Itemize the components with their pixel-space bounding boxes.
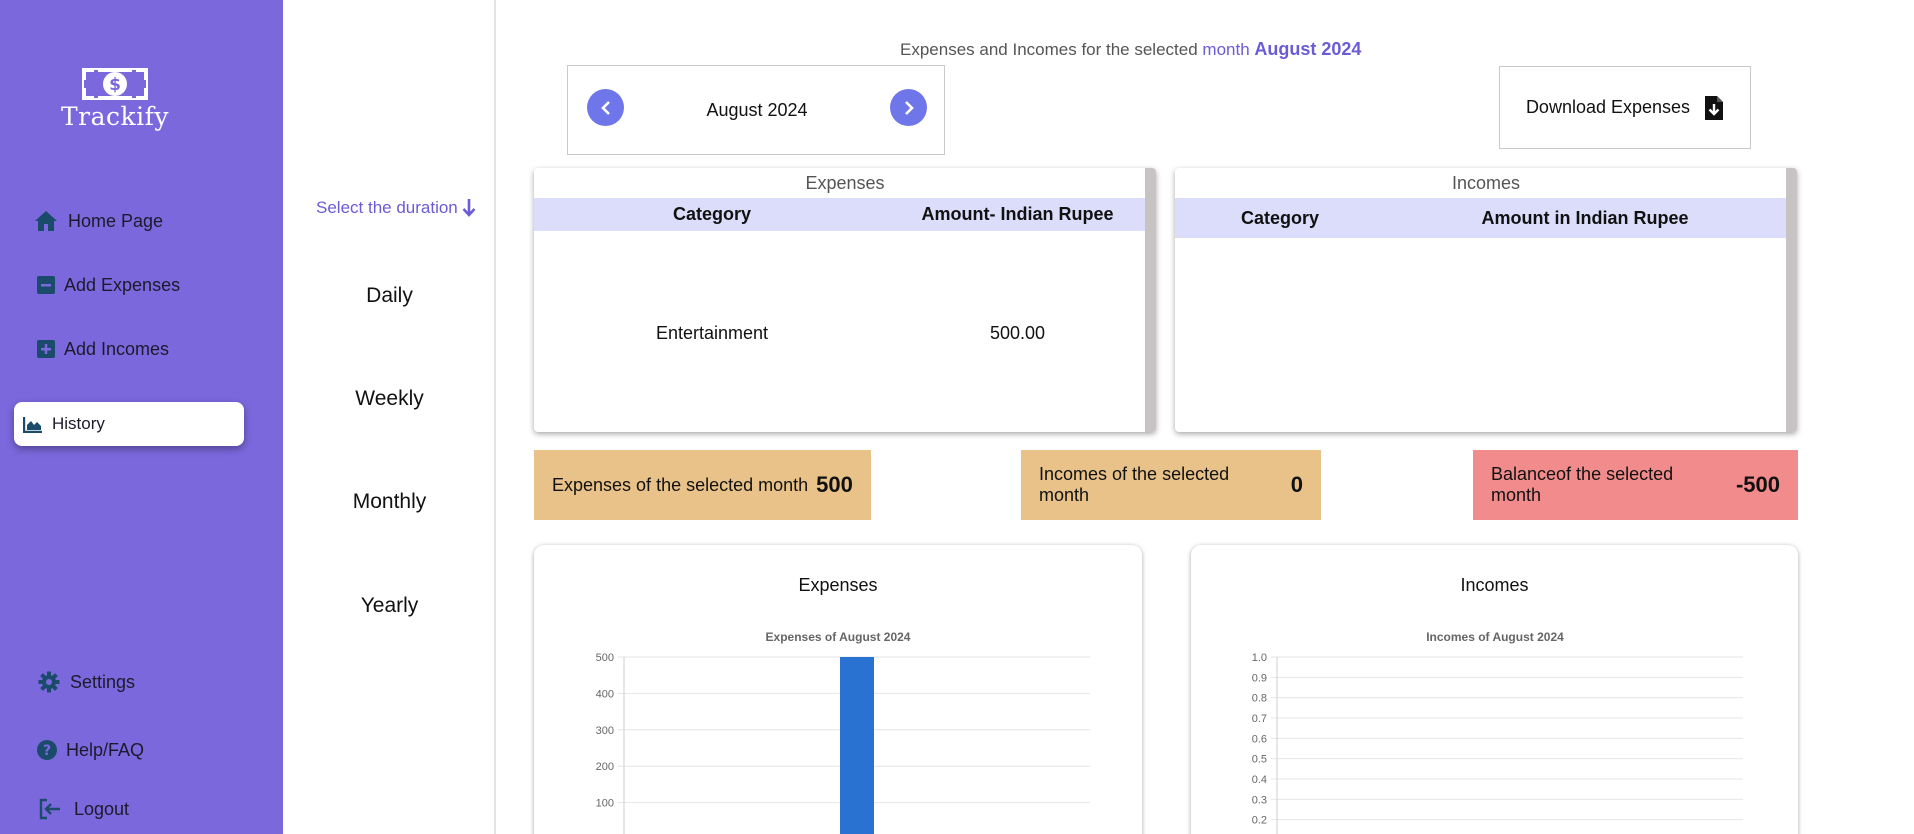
next-month-button[interactable] [890, 89, 927, 126]
duration-weekly[interactable]: Weekly [283, 387, 496, 411]
incomes-table: Incomes Category Amount in Indian Rupee [1175, 168, 1797, 432]
y-tick-label: 100 [596, 798, 614, 810]
arrow-down-icon [462, 199, 476, 217]
sidebar-item-add-incomes[interactable]: Add Incomes [14, 327, 244, 371]
expenses-table: Expenses Category Amount- Indian Rupee E… [534, 168, 1156, 432]
logo-text: Trackify [60, 102, 170, 131]
download-label: Download Expenses [1525, 97, 1691, 117]
minus-square-icon [36, 273, 56, 297]
y-tick-label: 0.2 [1252, 815, 1267, 827]
sidebar-item-label: Home Page [68, 210, 164, 231]
incomes-chart-card: Incomes Incomes of August 2024 1.0 0.9 0.8 0… [1191, 545, 1798, 834]
duration-daily[interactable]: Daily [283, 284, 496, 308]
sidebar-item-logout[interactable]: Logout [14, 787, 244, 831]
summary-expenses-label: Expenses of the selected month [552, 474, 809, 495]
chart-title: Incomes of August 2024 [1426, 630, 1564, 644]
sidebar-item-label: Add Expenses [64, 274, 181, 295]
y-tick-label: 200 [596, 761, 614, 773]
summary-incomes-label: Incomes of the selected month [1039, 464, 1230, 505]
y-tick-label: 0.9 [1252, 672, 1267, 684]
y-tick-label: 0.6 [1252, 733, 1267, 745]
heading-month-word: month [1202, 40, 1250, 59]
sidebar-item-label: Help/FAQ [66, 739, 145, 760]
summary-expenses: Expenses of the selected month 500 [534, 450, 871, 520]
incomes-chart: Incomes of August 2024 1.0 0.9 0.8 0.7 0.6 0.5… [1252, 630, 1743, 834]
app-root: $ Trackify Home Page Add Expenses Add In… [0, 0, 1914, 834]
month-picker: August 2024 [567, 65, 945, 155]
table-row: Entertainment 500.00 [534, 323, 1156, 344]
chart-title: Expenses of August 2024 [766, 630, 911, 644]
y-tick-label: 1.0 [1252, 652, 1267, 664]
table-cell-amount: 500.00 [989, 323, 1046, 343]
summary-balance-label: Balanceof the selected month [1491, 464, 1674, 505]
home-icon [34, 209, 58, 233]
y-tick-label: 500 [596, 652, 614, 664]
sidebar-item-home-page[interactable]: Home Page [14, 199, 244, 243]
summary-incomes: Incomes of the selected month 0 [1021, 450, 1321, 520]
scrollbar[interactable] [1145, 168, 1156, 432]
expenses-chart-card: Expenses Expenses of August 2024 500 400 30… [534, 545, 1142, 834]
page-heading: Expenses and Incomes for the selected mo… [900, 39, 1361, 60]
duration-heading: Select the duration [316, 198, 476, 218]
plus-square-icon [36, 337, 56, 361]
y-tick-label: 0.3 [1252, 794, 1267, 806]
question-circle-icon: ? [36, 738, 58, 762]
summary-balance-value: -500 [1735, 472, 1780, 497]
column-header-amount: Amount in Indian Rupee [1481, 207, 1689, 228]
sidebar-item-help-faq[interactable]: ? Help/FAQ [14, 728, 244, 772]
y-tick-label: 0.4 [1252, 774, 1267, 786]
table-header: Category Amount- Indian Rupee [534, 198, 1156, 231]
y-tick-label: 0.8 [1252, 693, 1267, 705]
logo[interactable]: $ Trackify [60, 68, 170, 131]
duration-yearly[interactable]: Yearly [283, 594, 496, 618]
y-tick-label: 0.5 [1252, 754, 1267, 766]
summary-incomes-value: 0 [1290, 472, 1303, 497]
chart-bar [840, 657, 874, 834]
duration-monthly[interactable]: Monthly [283, 490, 496, 514]
sidebar-item-add-expenses[interactable]: Add Expenses [14, 263, 244, 307]
heading-month-value: August 2024 [1254, 39, 1362, 59]
y-tick-label: 400 [596, 688, 614, 700]
column-header-amount: Amount- Indian Rupee [921, 204, 1114, 224]
sidebar-item-label: History [52, 414, 105, 433]
sidebar-item-label: Settings [70, 671, 136, 692]
summary-expenses-value: 500 [816, 472, 853, 497]
sidebar-item-label: Logout [74, 798, 130, 819]
column-header-category: Category [1240, 207, 1320, 228]
y-tick-label: 300 [596, 725, 614, 737]
table-caption: Expenses [805, 173, 885, 193]
file-download-icon [1704, 95, 1724, 121]
column-header-category: Category [672, 204, 752, 224]
svg-text:?: ? [43, 743, 51, 759]
sidebar-item-settings[interactable]: Settings [14, 660, 244, 704]
table-header: Category Amount in Indian Rupee [1175, 198, 1797, 238]
table-cell-category: Entertainment [655, 323, 769, 343]
chevron-right-icon [904, 100, 914, 115]
svg-text:$: $ [109, 75, 121, 95]
sidebar-item-label: Add Incomes [64, 338, 170, 359]
duration-selector: Select the duration Daily Weekly Monthly… [283, 0, 496, 834]
heading-prefix: Expenses and Incomes for the selected [900, 40, 1198, 59]
sidebar-item-history[interactable]: History [14, 402, 244, 446]
money-bill-logo-icon: $ [82, 68, 148, 100]
y-tick-label: 0.7 [1252, 713, 1267, 725]
gear-icon [38, 670, 60, 694]
duration-heading-text: Select the duration [316, 198, 458, 217]
scrollbar[interactable] [1786, 168, 1797, 432]
expenses-chart: Expenses of August 20245004003002001000 [596, 630, 1090, 834]
table-caption: Incomes [1451, 173, 1521, 193]
chart-area-icon [22, 412, 44, 436]
summary-balance: Balanceof the selected month -500 [1473, 450, 1798, 520]
sidebar: $ Trackify Home Page Add Expenses Add In… [0, 0, 283, 834]
download-expenses-button[interactable]: Download Expenses [1499, 66, 1751, 149]
logout-icon [38, 797, 62, 821]
